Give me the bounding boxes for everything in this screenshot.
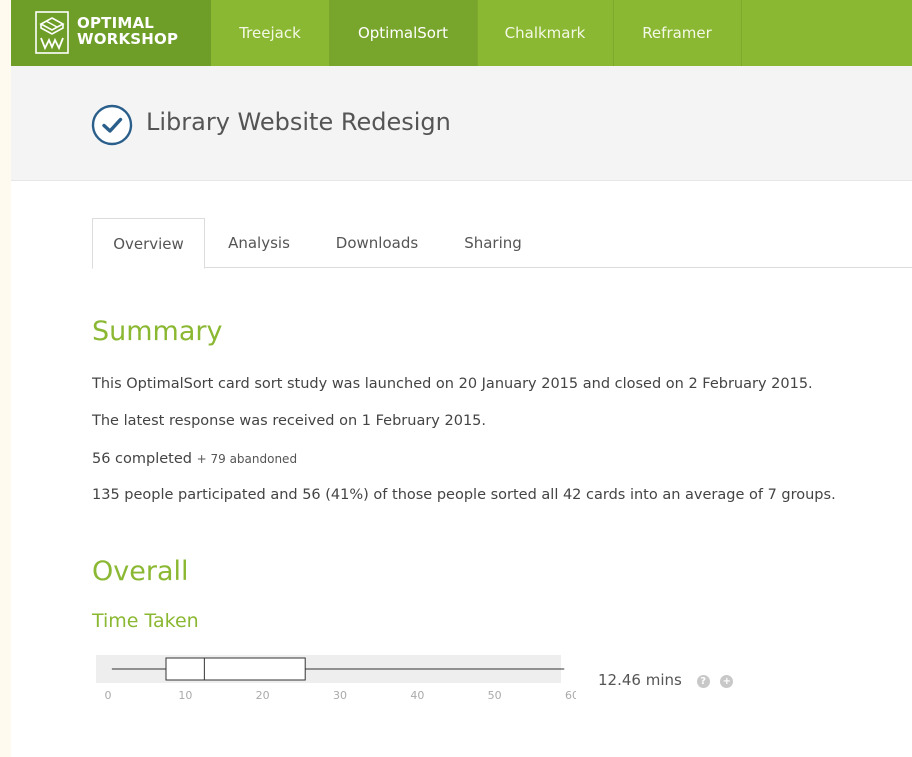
summary-latest-response-text: The latest response was received on 1 Fe…	[92, 413, 486, 429]
summary-participation-text: 135 people participated and 56 (41%) of …	[92, 487, 836, 503]
summary-completed-text: 56 completed + 79 abandoned	[92, 451, 297, 467]
axis-tick-label: 60	[565, 689, 576, 702]
boxplot-box	[165, 657, 306, 681]
axis-tick-label: 0	[105, 689, 112, 702]
time-taken-heading: Time Taken	[92, 610, 199, 632]
expand-plus-icon[interactable]: +	[720, 675, 734, 688]
axis-tick-label: 30	[333, 689, 347, 702]
check-circle-icon	[91, 104, 133, 146]
axis-tick-label: 50	[488, 689, 502, 702]
top-nav: OPTIMAL WORKSHOP Treejack OptimalSort Ch…	[11, 0, 912, 66]
page: OPTIMAL WORKSHOP Treejack OptimalSort Ch…	[11, 0, 912, 757]
time-taken-stat: 12.46 mins ? +	[598, 671, 734, 689]
nav-tab-chalkmark[interactable]: Chalkmark	[477, 0, 614, 66]
tab-sharing[interactable]: Sharing	[454, 218, 532, 268]
logo-icon	[35, 11, 69, 54]
axis-tick-label: 20	[256, 689, 270, 702]
axis-tick-label: 10	[178, 689, 192, 702]
nav-tab-reframer[interactable]: Reframer	[613, 0, 742, 66]
tab-overview[interactable]: Overview	[92, 218, 205, 269]
summary-heading: Summary	[92, 316, 223, 347]
logo[interactable]: OPTIMAL WORKSHOP	[11, 0, 211, 66]
tab-analysis[interactable]: Analysis	[215, 218, 303, 268]
nav-tab-optimalsort[interactable]: OptimalSort	[329, 0, 478, 66]
time-taken-value: 12.46 mins	[598, 671, 682, 689]
help-icon[interactable]: ?	[696, 675, 710, 688]
boxplot-axis: 0 10 20 30 40 50 60	[105, 689, 577, 702]
completed-count: 56 completed	[92, 451, 192, 467]
time-taken-boxplot: 0 10 20 30 40 50 60	[96, 655, 577, 702]
axis-tick-label: 40	[410, 689, 424, 702]
nav-tab-treejack[interactable]: Treejack	[211, 0, 330, 66]
overall-heading: Overall	[92, 556, 189, 587]
page-title: Library Website Redesign	[146, 108, 451, 136]
summary-launch-text: This OptimalSort card sort study was lau…	[92, 376, 813, 392]
tab-downloads[interactable]: Downloads	[323, 218, 431, 268]
logo-text-line2: WORKSHOP	[77, 30, 179, 48]
abandoned-count: + 79 abandoned	[196, 452, 298, 466]
logo-text-line1: OPTIMAL	[77, 14, 155, 32]
